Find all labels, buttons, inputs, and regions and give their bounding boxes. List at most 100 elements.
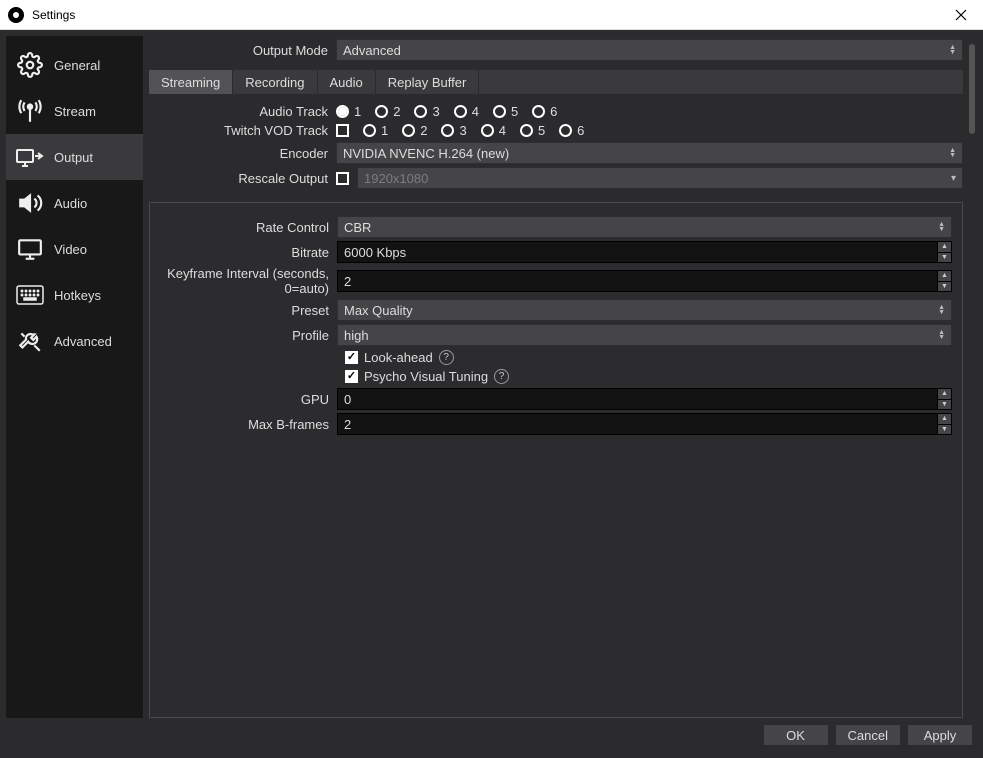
gpu-input[interactable]: 0 ▲▼ [337, 388, 952, 410]
spin-up[interactable]: ▲ [937, 389, 951, 400]
dialog-footer: OK Cancel Apply [6, 718, 977, 752]
psycho-label: Psycho Visual Tuning [364, 369, 488, 384]
audio-track-radio-2[interactable] [375, 105, 388, 118]
cancel-button[interactable]: Cancel [835, 724, 901, 746]
lookahead-label: Look-ahead [364, 350, 433, 365]
radio-label: 6 [550, 104, 557, 119]
output-mode-dropdown[interactable]: Advanced ▲▼ [336, 39, 963, 61]
encoder-dropdown[interactable]: NVIDIA NVENC H.264 (new) ▲▼ [336, 142, 963, 164]
ok-button[interactable]: OK [763, 724, 829, 746]
tab-replay-buffer[interactable]: Replay Buffer [376, 70, 480, 94]
sidebar-item-stream[interactable]: Stream [6, 88, 143, 134]
rate-control-dropdown[interactable]: CBR ▲▼ [337, 216, 952, 238]
twitch-vod-radio-6[interactable] [559, 124, 572, 137]
help-icon[interactable]: ? [494, 369, 509, 384]
rescale-checkbox[interactable] [336, 172, 349, 185]
sidebar-item-label: Stream [54, 104, 96, 119]
updown-arrows-icon: ▲▼ [938, 222, 945, 232]
sidebar-item-label: Video [54, 242, 87, 257]
twitch-vod-radio-5[interactable] [520, 124, 533, 137]
spin-up[interactable]: ▲ [937, 271, 951, 282]
audio-track-radio-3[interactable] [414, 105, 427, 118]
close-button[interactable] [938, 0, 983, 30]
radio-label: 5 [511, 104, 518, 119]
radio-label: 3 [432, 104, 439, 119]
help-icon[interactable]: ? [439, 350, 454, 365]
audio-track-radio-1[interactable] [336, 105, 349, 118]
sidebar-item-audio[interactable]: Audio [6, 180, 143, 226]
bitrate-input[interactable]: 6000 Kbps ▲▼ [337, 241, 952, 263]
bframes-label: Max B-frames [150, 417, 337, 432]
tab-recording[interactable]: Recording [233, 70, 317, 94]
bframes-input[interactable]: 2 ▲▼ [337, 413, 952, 435]
output-tabs: Streaming Recording Audio Replay Buffer [149, 70, 963, 94]
preset-label: Preset [150, 303, 337, 318]
radio-label: 2 [393, 104, 400, 119]
rescale-label: Rescale Output [149, 171, 336, 186]
spin-down[interactable]: ▼ [937, 425, 951, 435]
keyframe-label: Keyframe Interval (seconds, 0=auto) [150, 266, 337, 296]
encoder-label: Encoder [149, 146, 336, 161]
spin-down[interactable]: ▼ [937, 253, 951, 263]
radio-label: 1 [354, 104, 361, 119]
gpu-label: GPU [150, 392, 337, 407]
updown-arrows-icon: ▲▼ [938, 305, 945, 315]
input-value: 6000 Kbps [344, 245, 406, 260]
audio-track-radio-5[interactable] [493, 105, 506, 118]
lookahead-checkbox[interactable] [345, 351, 358, 364]
output-icon [16, 143, 44, 171]
spin-up[interactable]: ▲ [937, 414, 951, 425]
sidebar-item-output[interactable]: Output [6, 134, 143, 180]
sidebar-item-advanced[interactable]: Advanced [6, 318, 143, 364]
dropdown-value: NVIDIA NVENC H.264 (new) [343, 146, 509, 161]
spin-up[interactable]: ▲ [937, 242, 951, 253]
dropdown-value: high [344, 328, 369, 343]
sidebar-item-label: Hotkeys [54, 288, 101, 303]
apply-button[interactable]: Apply [907, 724, 973, 746]
sidebar: General Stream Output [6, 36, 143, 718]
dropdown-value: CBR [344, 220, 371, 235]
twitch-vod-radio-1[interactable] [363, 124, 376, 137]
content-pane: Output Mode Advanced ▲▼ Streaming Record… [149, 36, 977, 718]
tab-streaming[interactable]: Streaming [149, 70, 233, 94]
keyframe-input[interactable]: 2 ▲▼ [337, 270, 952, 292]
rescale-dropdown[interactable]: 1920x1080 ▾ [357, 167, 963, 189]
sidebar-item-label: Advanced [54, 334, 112, 349]
updown-arrows-icon: ▲▼ [938, 330, 945, 340]
input-value: 2 [344, 417, 351, 432]
input-value: 2 [344, 274, 351, 289]
input-value: 0 [344, 392, 351, 407]
psycho-checkbox[interactable] [345, 370, 358, 383]
obs-logo-icon [8, 7, 24, 23]
radio-label: 1 [381, 123, 388, 138]
dropdown-value: Max Quality [344, 303, 413, 318]
spin-down[interactable]: ▼ [937, 400, 951, 410]
profile-dropdown[interactable]: high ▲▼ [337, 324, 952, 346]
encoder-settings-frame: Rate Control CBR ▲▼ Bitrate 6000 Kbps ▲▼ [149, 202, 963, 718]
sidebar-item-video[interactable]: Video [6, 226, 143, 272]
updown-arrows-icon: ▲▼ [949, 45, 956, 55]
radio-label: 2 [420, 123, 427, 138]
twitch-vod-radio-4[interactable] [481, 124, 494, 137]
titlebar: Settings [0, 0, 983, 30]
scrollbar[interactable] [967, 44, 977, 718]
spin-down[interactable]: ▼ [937, 282, 951, 292]
tab-audio[interactable]: Audio [318, 70, 376, 94]
audio-track-radio-6[interactable] [532, 105, 545, 118]
sidebar-item-general[interactable]: General [6, 42, 143, 88]
twitch-vod-enable-checkbox[interactable] [336, 124, 349, 137]
radio-label: 6 [577, 123, 584, 138]
twitch-vod-radio-2[interactable] [402, 124, 415, 137]
sidebar-item-label: General [54, 58, 100, 73]
twitch-vod-radio-3[interactable] [441, 124, 454, 137]
scrollbar-thumb[interactable] [969, 44, 975, 134]
preset-dropdown[interactable]: Max Quality ▲▼ [337, 299, 952, 321]
audio-track-radio-4[interactable] [454, 105, 467, 118]
radio-label: 5 [538, 123, 545, 138]
dropdown-value: 1920x1080 [364, 171, 428, 186]
rate-control-label: Rate Control [150, 220, 337, 235]
sidebar-item-label: Output [54, 150, 93, 165]
radio-label: 4 [472, 104, 479, 119]
profile-label: Profile [150, 328, 337, 343]
sidebar-item-hotkeys[interactable]: Hotkeys [6, 272, 143, 318]
